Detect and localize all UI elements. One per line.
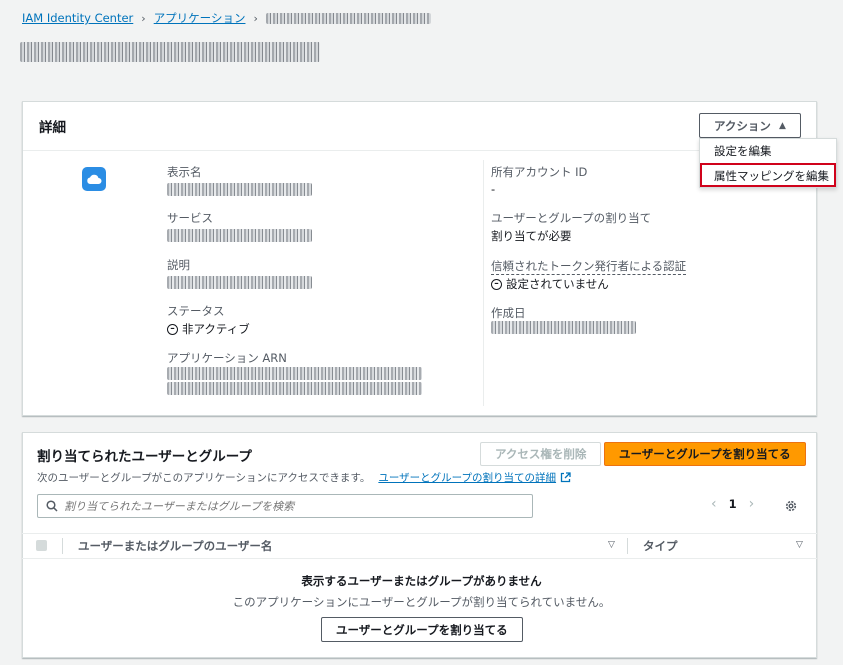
select-all-checkbox[interactable] bbox=[36, 540, 47, 551]
sort-down-icon[interactable]: ▽ bbox=[796, 540, 803, 550]
owner-account-value: - bbox=[491, 182, 496, 196]
chevron-right-icon: › bbox=[253, 11, 258, 25]
assign-users-groups-button[interactable]: ユーザーとグループを割り当てる bbox=[604, 442, 806, 466]
remove-access-button[interactable]: アクセス権を削除 bbox=[480, 442, 602, 466]
chevron-right-icon: › bbox=[141, 11, 146, 25]
caret-up-icon: ▲ bbox=[778, 120, 786, 131]
learn-more-link[interactable]: ユーザーとグループの割り当ての詳細 bbox=[378, 470, 556, 485]
chevron-right-icon[interactable]: › bbox=[749, 496, 755, 512]
minus-circle-icon: – bbox=[491, 278, 502, 290]
assignments-description-text: 次のユーザーとグループがこのアプリケーションにアクセスできます。 bbox=[37, 472, 371, 484]
search-input[interactable] bbox=[64, 499, 524, 513]
breadcrumb-current-redacted bbox=[265, 12, 431, 24]
minus-circle-icon: – bbox=[167, 323, 178, 335]
description-value bbox=[167, 276, 312, 289]
column-separator bbox=[62, 538, 63, 554]
display-name-label: 表示名 bbox=[167, 165, 202, 179]
breadcrumb: IAM Identity Center › アプリケーション › bbox=[22, 10, 431, 26]
sort-down-icon[interactable]: ▽ bbox=[608, 540, 615, 550]
search-icon bbox=[46, 500, 58, 512]
gear-icon[interactable] bbox=[784, 499, 798, 513]
column-header-type[interactable]: タイプ bbox=[643, 538, 678, 554]
service-value bbox=[167, 229, 312, 242]
trusted-token-text: 設定されていません bbox=[506, 277, 609, 291]
cloud-icon bbox=[82, 167, 106, 191]
created-value bbox=[491, 321, 636, 334]
service-label: サービス bbox=[167, 211, 213, 225]
column-divider bbox=[483, 160, 484, 406]
details-panel-header: 詳細 bbox=[23, 102, 816, 151]
menu-item-edit-attribute-mappings[interactable]: 属性マッピングを編集 bbox=[700, 163, 836, 187]
status-text: 非アクティブ bbox=[182, 322, 250, 336]
page-number[interactable]: 1 bbox=[729, 497, 737, 511]
assignment-label: ユーザーとグループの割り当て bbox=[491, 211, 652, 225]
external-link-icon bbox=[560, 472, 571, 483]
breadcrumb-applications[interactable]: アプリケーション bbox=[154, 10, 246, 26]
breadcrumb-iam-identity-center[interactable]: IAM Identity Center bbox=[22, 11, 133, 25]
status-label: ステータス bbox=[167, 304, 225, 318]
owner-account-label: 所有アカウント ID bbox=[491, 165, 588, 179]
assignments-description: 次のユーザーとグループがこのアプリケーションにアクセスできます。 ユーザーとグル… bbox=[37, 470, 571, 485]
empty-state-title: 表示するユーザーまたはグループがありません bbox=[301, 574, 542, 588]
empty-state-description: このアプリケーションにユーザーとグループが割り当てられていません。 bbox=[232, 595, 611, 609]
arn-label: アプリケーション ARN bbox=[167, 351, 287, 365]
assignment-value: 割り当てが必要 bbox=[491, 229, 572, 243]
empty-assign-button[interactable]: ユーザーとグループを割り当てる bbox=[321, 617, 523, 642]
menu-item-edit-settings[interactable]: 設定を編集 bbox=[700, 139, 836, 163]
description-label: 説明 bbox=[167, 258, 190, 272]
page-title-redacted bbox=[20, 42, 320, 62]
search-field[interactable] bbox=[37, 494, 533, 518]
column-separator bbox=[627, 538, 628, 554]
display-name-value bbox=[167, 183, 312, 196]
actions-button-label: アクション bbox=[714, 118, 771, 133]
pagination: ‹ 1 › bbox=[711, 496, 754, 512]
chevron-left-icon[interactable]: ‹ bbox=[711, 496, 717, 512]
arn-value bbox=[167, 367, 422, 395]
status-value: – 非アクティブ bbox=[167, 321, 250, 337]
actions-button[interactable]: アクション ▲ bbox=[699, 113, 801, 138]
actions-dropdown-menu: 設定を編集 属性マッピングを編集 bbox=[699, 138, 837, 188]
trusted-token-label[interactable]: 信頼されたトークン発行者による認証 bbox=[491, 258, 687, 275]
trusted-token-value: – 設定されていません bbox=[491, 276, 609, 292]
details-title: 詳細 bbox=[39, 120, 66, 136]
assignments-title: 割り当てられたユーザーとグループ bbox=[37, 449, 252, 465]
created-label: 作成日 bbox=[491, 306, 526, 320]
column-header-username[interactable]: ユーザーまたはグループのユーザー名 bbox=[78, 538, 272, 554]
